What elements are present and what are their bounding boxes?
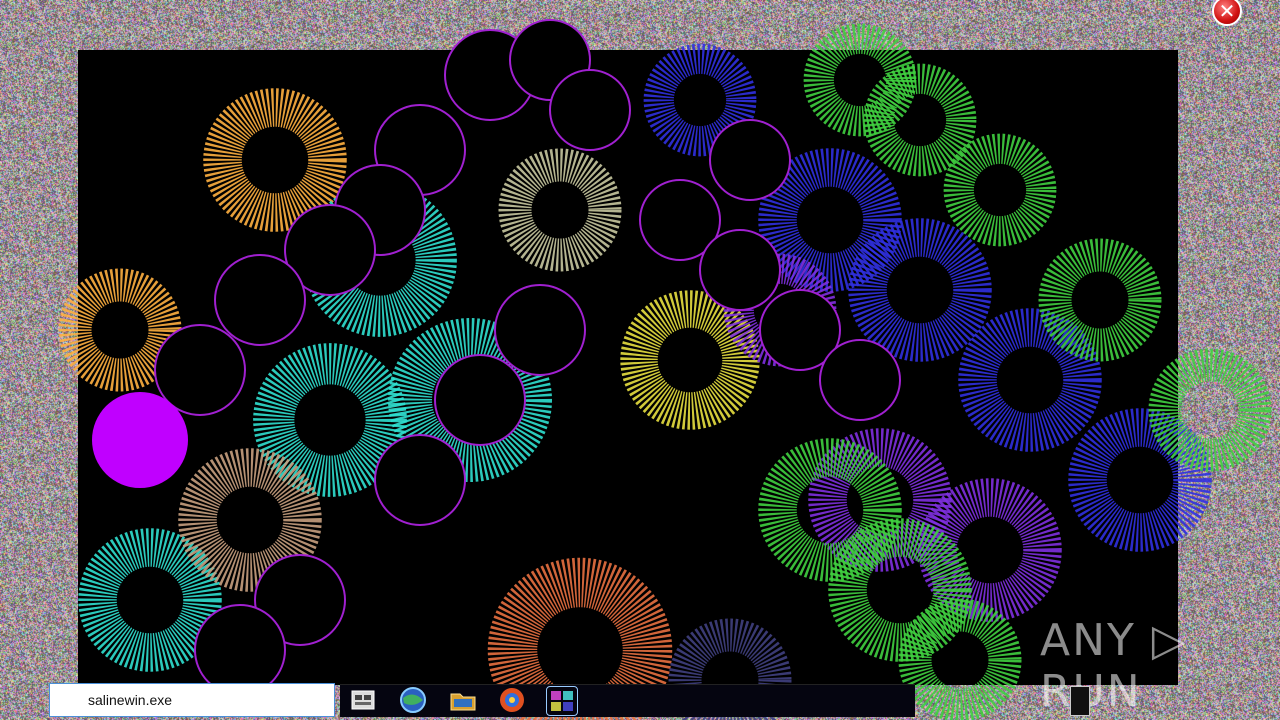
- browser-icon[interactable]: [497, 686, 527, 714]
- black-disc: [699, 229, 781, 311]
- black-disc: [494, 284, 586, 376]
- black-disc: [709, 119, 791, 201]
- color-ring: [1148, 348, 1272, 472]
- black-disc: [434, 354, 526, 446]
- taskbar-search-input[interactable]: salinewin.exe: [49, 683, 335, 717]
- close-icon: ✕: [1218, 0, 1236, 23]
- folder-icon[interactable]: [448, 686, 478, 714]
- tray-icon[interactable]: [1070, 686, 1090, 716]
- app-grid-icon[interactable]: [546, 686, 578, 716]
- magenta-ball: [92, 392, 188, 488]
- black-disc: [819, 339, 901, 421]
- globe-icon[interactable]: [398, 686, 428, 714]
- black-disc: [374, 434, 466, 526]
- file-manager-icon[interactable]: [348, 686, 378, 714]
- glitch-artwork: [58, 19, 1272, 720]
- black-disc: [549, 69, 631, 151]
- black-disc: [214, 254, 306, 346]
